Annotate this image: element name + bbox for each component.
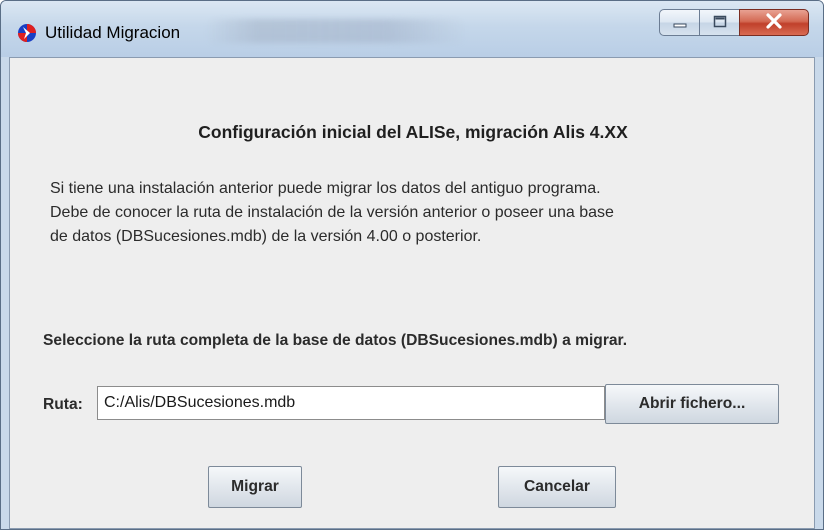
ruta-input[interactable] — [97, 386, 605, 420]
description-paragraph: Si tiene una instalación anterior puede … — [50, 177, 800, 249]
title-bar[interactable]: Utilidad Migracion — [1, 1, 823, 57]
blurred-title-region — [206, 19, 466, 43]
minimize-icon — [673, 13, 687, 32]
window-controls — [659, 9, 809, 37]
close-button[interactable] — [739, 9, 809, 36]
migration-dialog-window: Utilidad Migracion Configuración inicial… — [0, 0, 824, 530]
description-line-3: de datos (DBSucesiones.mdb) de la versió… — [50, 228, 482, 245]
minimize-button[interactable] — [659, 9, 699, 36]
description-line-2: Debe de conocer la ruta de instalación d… — [50, 204, 614, 221]
description-line-1: Si tiene una instalación anterior puede … — [50, 180, 601, 197]
dialog-content-panel: Configuración inicial del ALISe, migraci… — [9, 57, 815, 529]
window-title: Utilidad Migracion — [45, 23, 181, 42]
cancel-button[interactable]: Cancelar — [498, 466, 616, 508]
app-logo-icon — [17, 23, 37, 43]
maximize-icon — [713, 13, 727, 32]
maximize-button[interactable] — [699, 9, 739, 36]
dialog-heading: Configuración inicial del ALISe, migraci… — [198, 122, 628, 142]
instruction-label: Seleccione la ruta completa de la base d… — [43, 332, 628, 349]
close-icon — [765, 12, 783, 33]
migrate-button[interactable]: Migrar — [208, 466, 302, 508]
open-file-button[interactable]: Abrir fichero... — [605, 384, 779, 424]
ruta-label: Ruta: — [43, 396, 83, 413]
